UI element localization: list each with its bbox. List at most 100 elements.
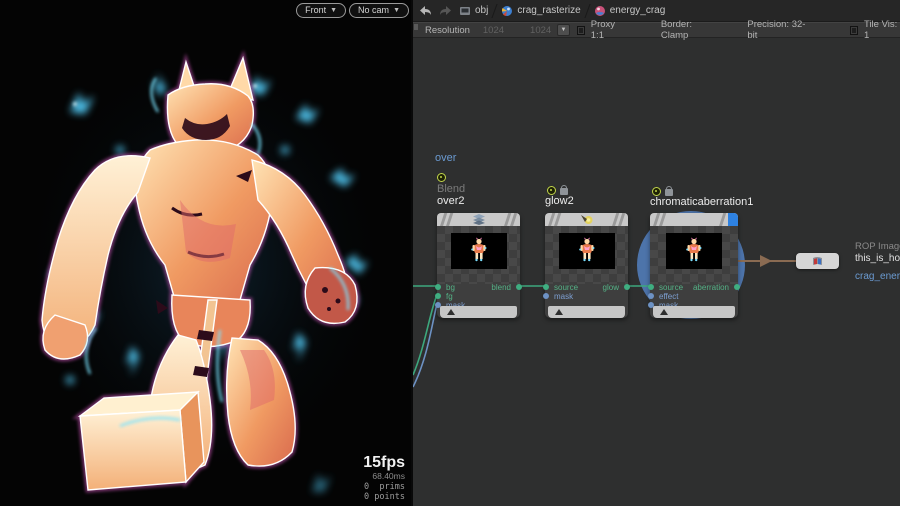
output-port-blend[interactable] [516,284,522,290]
node-ports: source mask glow [543,283,630,306]
node-header[interactable] [437,213,520,226]
view-menu-label: Front [305,5,327,15]
tile-vis-label: Tile Vis: 1 [864,19,898,41]
expand-icon [555,309,563,315]
input-port-effect[interactable] [648,293,654,299]
node-rop-image[interactable] [796,253,839,269]
rop-labels: ROP Image this_is_ho crag_energ [855,241,900,283]
node-name-over2[interactable]: over2 [437,195,465,207]
scene-viewport[interactable]: Front ▼ No cam ▼ 15fps 68.40ms 0 prims 0… [0,0,411,506]
port-label: glow [602,283,619,292]
output-port-glow[interactable] [624,284,630,290]
network-path-bar: obj crag_rasterize energy_crag [413,0,900,22]
rasterize-icon [502,5,513,16]
proxy-label: Proxy 1:1 [590,19,616,41]
chevron-down-icon: ▼ [330,7,338,14]
resolution-label: Resolution [425,24,470,36]
node-ports: bg fg mask blend [435,283,522,310]
rop-name-label[interactable]: this_is_ho [855,253,900,265]
node-canvas[interactable]: over Blend over2 bg fg blend glow2 sourc… [413,39,900,506]
resolution-width-field[interactable]: 1024 [483,25,504,36]
node-name-chromaticaberration1[interactable]: chromaticaberration1 [650,196,753,208]
display-flag[interactable] [728,213,738,226]
geometry-icon [460,6,470,15]
node-footer[interactable] [440,306,517,318]
input-port-source[interactable] [543,284,549,290]
expand-icon [660,309,668,315]
energy-network-icon [594,5,605,16]
network-editor: obj crag_rasterize energy_crag Resolutio… [411,0,900,506]
cop-toolbar: Resolution 1024 1024 ▼ Proxy 1:1 Border:… [413,19,900,41]
node-header[interactable] [545,213,628,226]
path-item-label: obj [475,5,489,16]
toolbar-grip[interactable] [414,24,418,30]
node-over2[interactable]: bg fg mask blend [435,213,522,318]
bypass-flag-icon[interactable] [437,173,446,182]
creature-render [0,0,411,506]
bypass-flag-icon[interactable] [652,186,661,196]
node-footer[interactable] [548,306,625,318]
path-item-crag-rasterize[interactable]: crag_rasterize [495,0,586,21]
layers-icon [472,214,485,225]
wire-mask[interactable] [413,303,438,388]
proxy-checkbox[interactable] [576,25,585,35]
node-thumbnail [559,233,615,269]
node-chromaticaberration1[interactable]: source effect mask aberration [648,213,740,318]
path-item-obj[interactable]: obj [453,0,494,21]
prims-readout: 0 prims [364,482,405,492]
back-button[interactable] [418,4,433,17]
wire-rop-arrow [760,255,772,267]
lock-icon [560,185,568,195]
forward-icon [440,6,451,15]
lock-icon [665,186,673,196]
glow-icon [581,215,593,224]
over2-flags [437,173,446,182]
resolution-preset-dropdown[interactable]: ▼ [557,24,570,36]
input-port-bg[interactable] [435,284,441,290]
port-label: fg [446,292,453,301]
parent-network-label[interactable]: over [435,152,456,164]
node-thumbnail [451,233,507,269]
port-label: source [659,283,684,292]
port-label: blend [491,283,511,292]
viewport-controls: Front ▼ No cam ▼ [296,3,409,18]
input-port-source[interactable] [648,284,654,290]
rop-type-label: ROP Image [855,241,900,252]
input-port-mask[interactable] [543,293,549,299]
frame-time-readout: 68.40ms [372,471,405,481]
rop-render-icon [813,257,822,265]
houdini-window: Front ▼ No cam ▼ 15fps 68.40ms 0 prims 0… [0,0,900,506]
expand-icon [447,309,455,315]
forward-button[interactable] [438,4,453,17]
node-glow2[interactable]: source mask glow [543,213,630,318]
tile-vis-checkbox[interactable] [849,25,858,35]
node-name-glow2[interactable]: glow2 [545,195,574,207]
border-label[interactable]: Border: Clamp [661,19,715,41]
path-item-energy-crag[interactable]: energy_crag [588,0,672,21]
chevron-down-icon: ▼ [393,7,400,14]
bypass-flag-icon[interactable] [547,185,556,195]
node-ports: source effect mask aberration [648,283,740,310]
output-port-aberration[interactable] [734,284,740,290]
chromatic-flags [652,186,673,196]
viewport-stats: 15fps 68.40ms 0 prims 0 points [363,454,405,502]
path-item-label: crag_rasterize [517,5,581,16]
input-port-fg[interactable] [435,293,441,299]
port-label: bg [446,283,455,292]
rop-network-label[interactable]: crag_energ [855,271,900,283]
port-label: aberration [692,283,729,292]
fps-readout: 15fps [363,454,405,471]
node-footer[interactable] [653,306,735,318]
resolution-height-field[interactable]: 1024 [530,25,551,36]
port-label: mask [554,292,574,301]
view-menu-button[interactable]: Front ▼ [296,3,347,18]
points-readout: 0 points [364,492,405,502]
precision-label[interactable]: Precision: 32-bit [747,19,807,41]
wire-fg[interactable] [413,294,438,376]
camera-menu-label: No cam [358,5,390,15]
node-type-label: Blend [437,183,466,195]
node-header[interactable] [650,213,738,226]
path-item-label: energy_crag [609,5,666,16]
camera-menu-button[interactable]: No cam ▼ [349,3,409,18]
back-icon [420,6,431,15]
